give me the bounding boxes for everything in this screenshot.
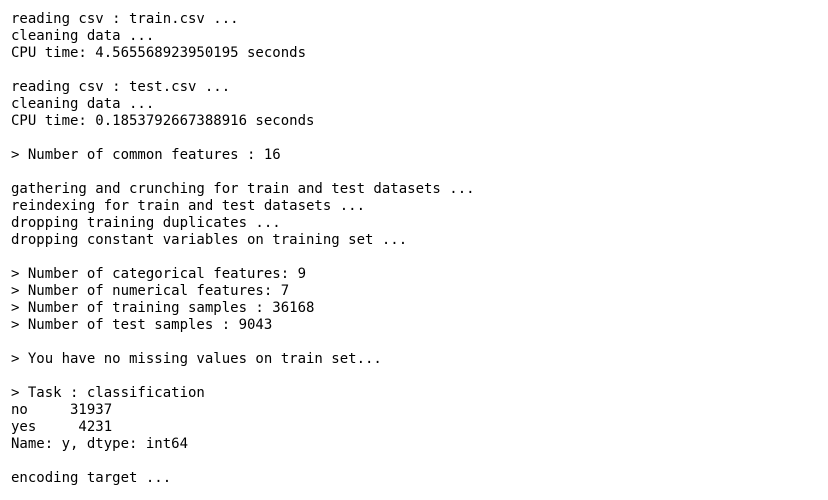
console-line: > Number of categorical features: 9 (11, 266, 307, 282)
console-line: dropping constant variables on training … (11, 232, 408, 248)
console-line: reading csv : train.csv ... (11, 11, 239, 27)
console-line: encoding target ... (11, 470, 172, 486)
console-output: reading csv : train.csv ... cleaning dat… (11, 11, 821, 487)
console-line: reading csv : test.csv ... (11, 79, 231, 95)
console-line: CPU time: 0.1853792667388916 seconds (11, 113, 315, 129)
console-line: > Number of numerical features: 7 (11, 283, 290, 299)
console-line: yes 4231 (11, 419, 113, 435)
console-line: gathering and crunching for train and te… (11, 181, 475, 197)
console-line: > Task : classification (11, 385, 205, 401)
console-line: cleaning data ... (11, 96, 155, 112)
console-line: dropping training duplicates ... (11, 215, 281, 231)
console-line: > Number of common features : 16 (11, 147, 281, 163)
console-line: > Number of training samples : 36168 (11, 300, 315, 316)
console-line: CPU time: 4.565568923950195 seconds (11, 45, 307, 61)
console-line: Name: y, dtype: int64 (11, 436, 189, 452)
console-line: > You have no missing values on train se… (11, 351, 382, 367)
console-line: > Number of test samples : 9043 (11, 317, 273, 333)
console-line: cleaning data ... (11, 28, 155, 44)
console-line: no 31937 (11, 402, 113, 418)
console-line: reindexing for train and test datasets .… (11, 198, 366, 214)
